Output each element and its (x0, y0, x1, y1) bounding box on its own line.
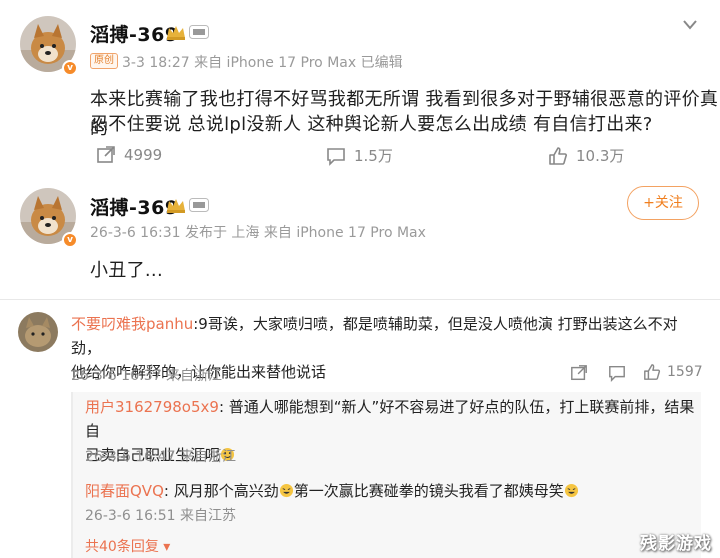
verified-badge-icon: v (62, 232, 78, 248)
comment-username[interactable]: 不要叼难我panhu (71, 315, 193, 333)
original-badge: 原创 (90, 53, 118, 69)
repost-button[interactable]: 4999 (96, 145, 162, 165)
like-count: 10.3万 (576, 147, 625, 165)
laugh-emoji-icon (564, 483, 578, 498)
cat-avatar-image (18, 312, 58, 352)
reply-list: 用户3162798o5x9: 普通人哪能想到“新人”好不容易进了好点的队伍，打上… (71, 392, 701, 558)
level-icon (189, 198, 209, 212)
comment-like-button[interactable]: 1597 (643, 363, 703, 381)
reply-username-2[interactable]: 阳春面QVQ (85, 482, 164, 500)
post-meta-2: 26-3-6 16:31 发布于 上海 来自 iPhone 17 Pro Max (90, 225, 426, 241)
share-icon (97, 146, 115, 163)
crown-icon (167, 199, 185, 213)
chevron-down-icon[interactable] (682, 19, 698, 31)
comment-icon[interactable] (608, 364, 626, 382)
comment-count: 1.5万 (354, 147, 393, 165)
reply-meta-2: 26-3-6 16:51 来自江苏 (85, 508, 236, 524)
reply-meta-1: 26-3-6 16:47 来自浙江 (85, 449, 236, 465)
verified-badge-icon: v (62, 60, 78, 76)
reply-body-2-b: 第一次赢比赛碰拳的镜头我看了都姨母笑 (293, 482, 564, 500)
post-content-line-2: 忍不住要说 总说lpl没新人 这种舆论新人要怎么出成绩 有自信打出来? (90, 114, 653, 135)
comment-button[interactable]: 1.5万 (326, 145, 393, 166)
crown-icon (167, 26, 185, 40)
thumbs-up-icon (549, 146, 567, 165)
reply-username-1[interactable]: 用户3162798o5x9 (85, 398, 219, 416)
comment-meta: 26-3-6 16:37 来自浙江 (71, 368, 222, 384)
section-divider (0, 299, 720, 300)
post-content-2: 小丑了... (90, 260, 163, 281)
share-icon[interactable] (570, 364, 588, 382)
like-button[interactable]: 10.3万 (548, 145, 624, 166)
follow-button[interactable]: +关注 (627, 186, 699, 220)
repost-count: 4999 (124, 146, 163, 164)
more-replies-link[interactable]: 共40条回复 ▾ (85, 536, 170, 556)
reply-body-2-a: : 风月那个高兴劲 (163, 482, 279, 500)
laugh-emoji-icon (279, 483, 293, 498)
comment-icon (327, 147, 345, 166)
comment-like-count: 1597 (667, 364, 703, 380)
watermark: 残影游戏 (640, 534, 712, 554)
reply-item-2: 阳春面QVQ: 风月那个高兴劲 第一次赢比赛碰拳的镜头我看了都姨母笑 (85, 479, 695, 503)
post-meta: 3-3 18:27 来自 iPhone 17 Pro Max 已编辑 (122, 55, 403, 71)
commenter-avatar[interactable] (18, 312, 58, 352)
thumbs-up-icon (644, 364, 661, 380)
level-icon (189, 25, 209, 39)
